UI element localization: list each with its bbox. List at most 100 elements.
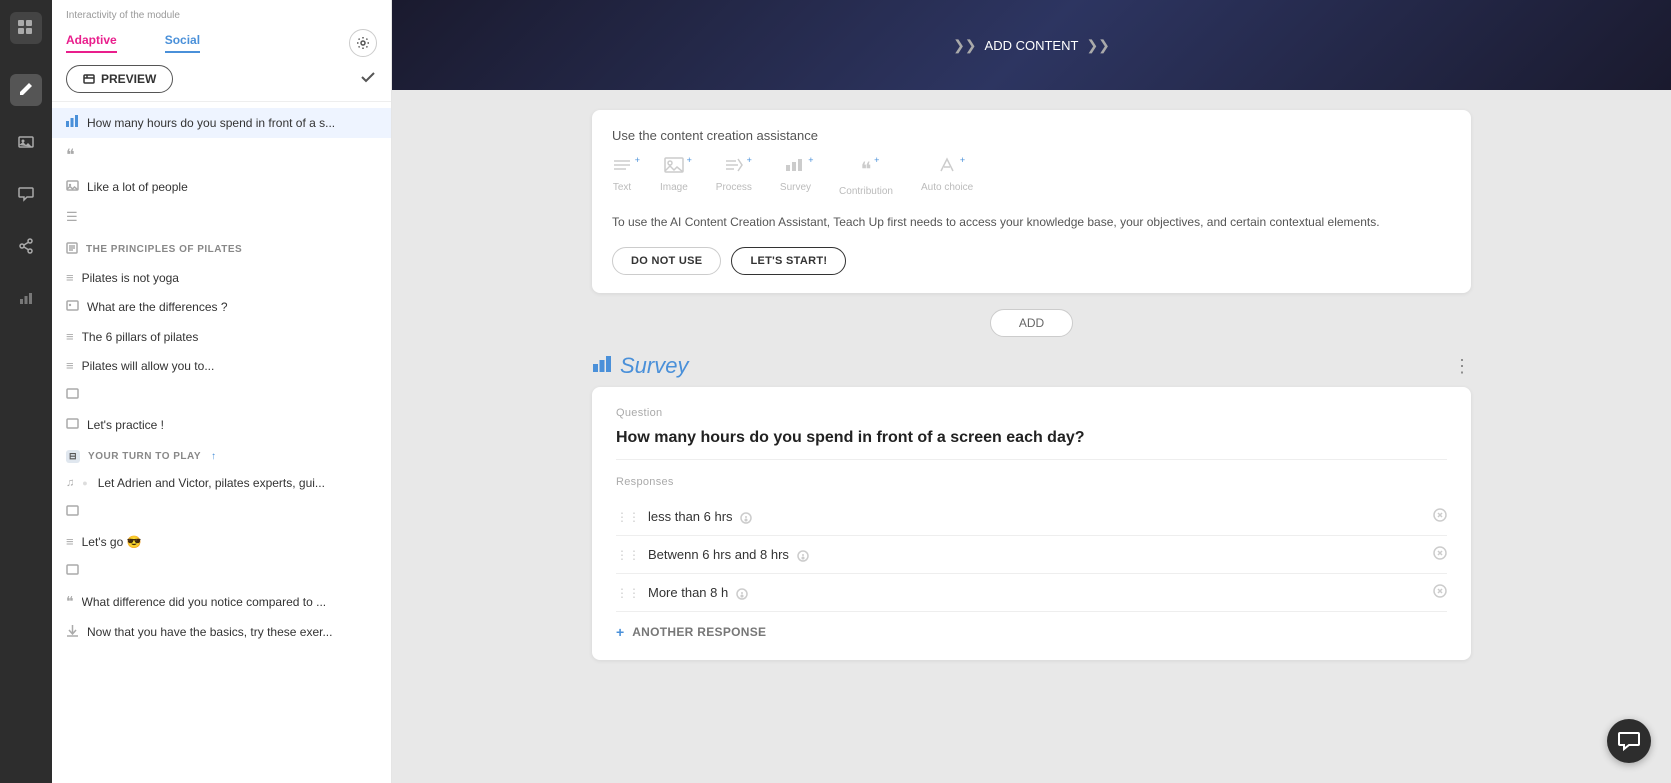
survey-question-text: How many hours do you spend in front of … xyxy=(616,427,1447,460)
sidebar-item-practice[interactable]: Let's practice ! xyxy=(52,410,391,440)
do-not-use-button[interactable]: DO NOT USE xyxy=(612,247,721,275)
nav-share-icon[interactable] xyxy=(10,230,42,262)
image-icon xyxy=(66,504,79,520)
drag-handle-1[interactable]: ⋮⋮ xyxy=(616,510,640,524)
tab-social[interactable]: Social xyxy=(165,33,200,53)
ai-tool-auto-choice[interactable]: + Auto choice xyxy=(921,157,973,197)
survey-tool-icon xyxy=(785,157,805,177)
sidebar: Interactivity of the module Adaptive Soc… xyxy=(52,0,392,783)
add-response-icon: + xyxy=(616,624,624,640)
ai-tool-image[interactable]: + Image xyxy=(660,157,688,197)
check-button[interactable] xyxy=(359,68,377,91)
sidebar-item-what-diff[interactable]: ❝ What difference did you notice compare… xyxy=(52,586,391,617)
survey-section: Survey ⋮ Question How many hours do you … xyxy=(592,353,1471,660)
chart-icon xyxy=(66,115,79,131)
sidebar-item-pillars[interactable]: ≡ The 6 pillars of pilates xyxy=(52,322,391,351)
auto-choice-tool-label: Auto choice xyxy=(921,182,973,193)
sidebar-item-list[interactable]: ☰ xyxy=(52,202,391,232)
sidebar-item-like-lot[interactable]: Like a lot of people xyxy=(52,172,391,202)
section-icon: ⊟ xyxy=(66,450,80,463)
response-item-1: ⋮⋮ less than 6 hrs xyxy=(616,498,1447,536)
sidebar-header: Interactivity of the module Adaptive Soc… xyxy=(52,0,391,102)
lets-start-button[interactable]: LET'S START! xyxy=(731,247,846,275)
drag-handle-3[interactable]: ⋮⋮ xyxy=(616,586,640,600)
sidebar-item-adrien[interactable]: ♫ ● Let Adrien and Victor, pilates exper… xyxy=(52,469,391,497)
response-item-3: ⋮⋮ More than 8 h xyxy=(616,574,1447,612)
sidebar-list: How many hours do you spend in front of … xyxy=(52,102,391,783)
sidebar-item-exercises[interactable]: Now that you have the basics, try these … xyxy=(52,617,391,647)
response-text-1: less than 6 hrs xyxy=(648,509,1425,524)
list-icon: ☰ xyxy=(66,209,78,225)
delete-response-3[interactable] xyxy=(1433,584,1447,601)
settings-button[interactable] xyxy=(349,29,377,57)
sidebar-item-quote[interactable]: ❝ xyxy=(52,138,391,172)
ai-box-title: Use the content creation assistance xyxy=(612,128,1451,143)
text-tool-icon xyxy=(612,157,632,177)
sidebar-item-allow[interactable]: ≡ Pilates will allow you to... xyxy=(52,351,391,380)
list-icon: ≡ xyxy=(66,329,74,344)
ai-assistance-box: Use the content creation assistance + xyxy=(592,110,1471,293)
drag-handle-2[interactable]: ⋮⋮ xyxy=(616,548,640,562)
section-play-title: YOUR TURN TO PLAY xyxy=(88,451,201,462)
quote-icon: ❝ xyxy=(66,593,74,610)
sidebar-item-text: What are the differences ? xyxy=(87,300,228,314)
chat-button[interactable] xyxy=(1607,719,1651,763)
preview-button[interactable]: PREVIEW xyxy=(66,65,173,93)
section-pilates-title: THE PRINCIPLES OF PILATES xyxy=(86,244,242,255)
preview-label: PREVIEW xyxy=(101,72,156,86)
delete-response-2[interactable] xyxy=(1433,546,1447,563)
sidebar-item-text: Now that you have the basics, try these … xyxy=(87,625,332,639)
nav-chart-icon[interactable] xyxy=(10,282,42,314)
image-icon xyxy=(66,179,79,195)
nav-chat-icon[interactable] xyxy=(10,178,42,210)
survey-menu-button[interactable]: ⋮ xyxy=(1453,356,1471,377)
add-response-text[interactable]: ANOTHER RESPONSE xyxy=(632,625,766,639)
section-pilates-header: THE PRINCIPLES OF PILATES xyxy=(52,232,391,263)
sidebar-item-text: Pilates is not yoga xyxy=(82,271,179,285)
survey-header: Survey ⋮ xyxy=(592,353,1471,379)
add-content-button[interactable]: ❯❯ ADD CONTENT ❯❯ xyxy=(953,37,1110,54)
sidebar-item-lets-go[interactable]: ≡ Let's go 😎 xyxy=(52,527,391,556)
sidebar-item-blank2[interactable] xyxy=(52,497,391,527)
image-tool-icon xyxy=(664,157,684,177)
nav-edit-icon[interactable] xyxy=(10,74,42,106)
survey-tool-label: Survey xyxy=(780,182,811,193)
add-button[interactable]: ADD xyxy=(990,309,1073,337)
section-play-header: ⊟ YOUR TURN TO PLAY ↑ xyxy=(52,440,391,469)
sidebar-item-text: Let's go 😎 xyxy=(82,535,142,549)
sidebar-item-survey-main[interactable]: How many hours do you spend in front of … xyxy=(52,108,391,138)
sidebar-item-text: What difference did you notice compared … xyxy=(82,595,327,609)
add-response-row[interactable]: + ANOTHER RESPONSE xyxy=(616,612,1447,640)
music-icon: ♫ xyxy=(66,477,74,489)
nav-image-icon[interactable] xyxy=(10,126,42,158)
process-tool-icon xyxy=(724,157,744,177)
image-icon xyxy=(66,299,79,315)
survey-chart-icon xyxy=(592,354,612,379)
interactivity-tabs: Adaptive Social xyxy=(66,29,377,57)
sidebar-item-blank3[interactable] xyxy=(52,556,391,586)
list-icon: ≡ xyxy=(66,534,74,549)
ai-description: To use the AI Content Creation Assistant… xyxy=(612,213,1451,231)
sidebar-item-text: The 6 pillars of pilates xyxy=(82,330,199,344)
response-text-2: Betwenn 6 hrs and 8 hrs xyxy=(648,547,1425,562)
sidebar-item-not-yoga[interactable]: ≡ Pilates is not yoga xyxy=(52,263,391,292)
sidebar-item-text: Pilates will allow you to... xyxy=(82,359,215,373)
tab-adaptive[interactable]: Adaptive xyxy=(66,33,117,53)
ai-tool-contribution[interactable]: ❝ + Contribution xyxy=(839,157,893,197)
ai-tool-process[interactable]: + Process xyxy=(716,157,752,197)
sidebar-item-differences[interactable]: What are the differences ? xyxy=(52,292,391,322)
sidebar-item-blank-image[interactable] xyxy=(52,380,391,410)
image-tool-label: Image xyxy=(660,182,688,193)
ai-tool-text[interactable]: + Text xyxy=(612,157,632,197)
quote-icon: ❝ xyxy=(66,145,75,165)
interactivity-label: Interactivity of the module xyxy=(66,10,377,21)
main-header: ❯❯ ADD CONTENT ❯❯ xyxy=(392,0,1671,90)
section-icon xyxy=(66,242,78,257)
app-logo[interactable] xyxy=(10,12,42,44)
delete-response-1[interactable] xyxy=(1433,508,1447,525)
icon-bar xyxy=(0,0,52,783)
image-icon xyxy=(66,563,79,579)
ai-tool-survey[interactable]: + Survey xyxy=(780,157,811,197)
contribution-tool-icon: ❝ xyxy=(861,159,872,181)
auto-choice-tool-icon xyxy=(937,157,957,177)
